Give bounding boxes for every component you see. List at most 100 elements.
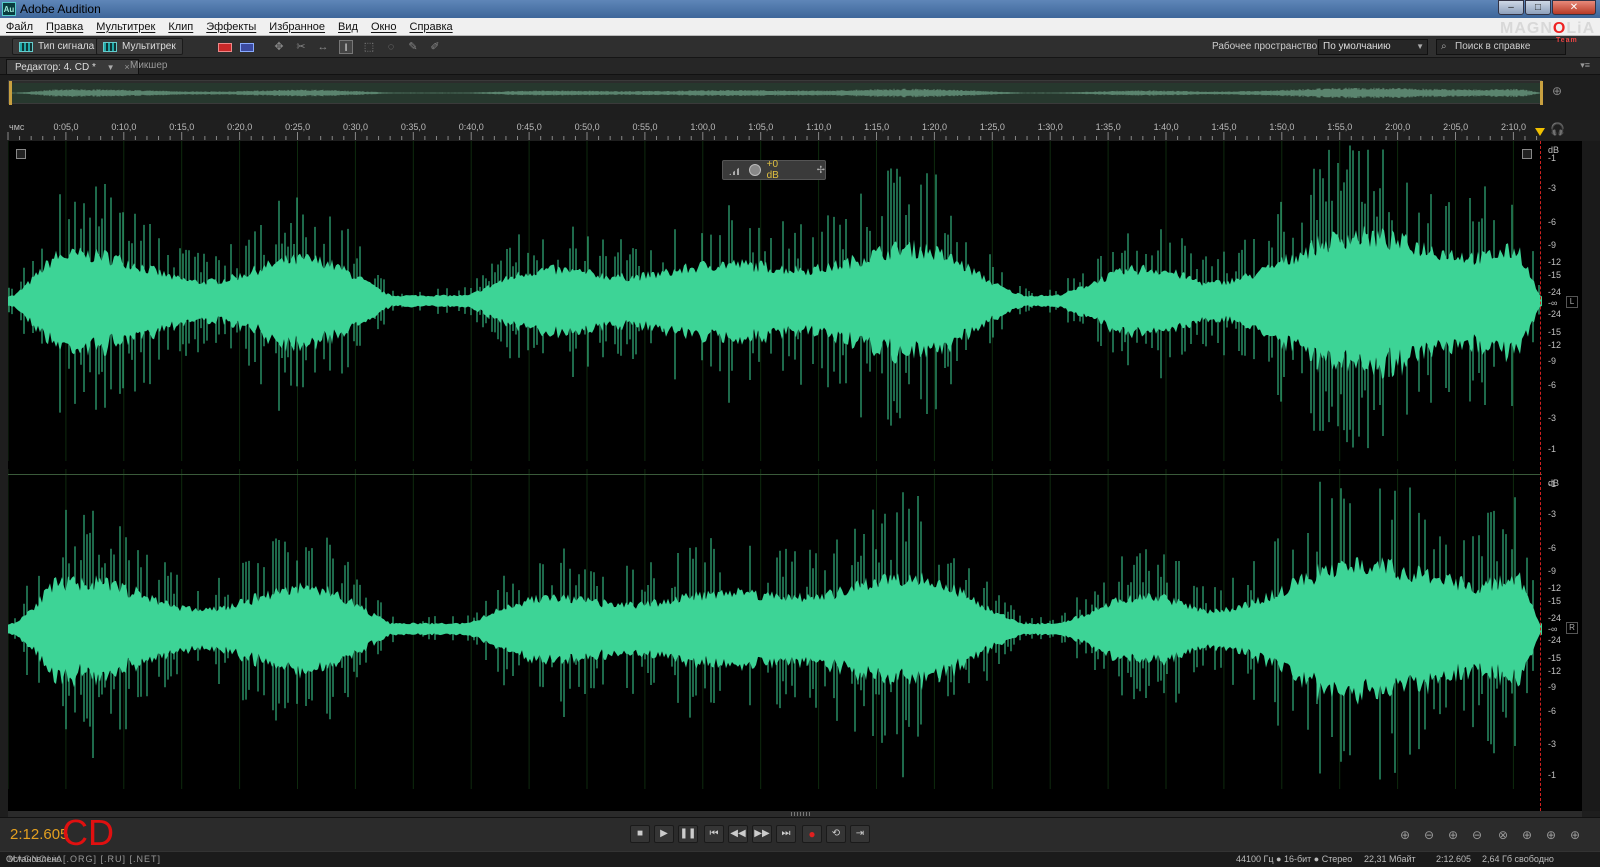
scale-label: -1 [1548, 444, 1557, 454]
panel-menu-icon[interactable]: ▾≡ [1580, 60, 1590, 71]
scale-label: -9 [1548, 566, 1557, 576]
scale-label: -24 [1548, 287, 1562, 297]
pause-button[interactable]: ❚❚ [678, 825, 698, 843]
window-title: Adobe Audition [20, 2, 101, 16]
spectral-display-icon[interactable] [240, 43, 254, 52]
go-to-end-button[interactable]: ⏭ [776, 825, 796, 843]
tab-mixer[interactable]: Микшер [122, 59, 175, 74]
left-channel-badge[interactable]: L [1566, 296, 1578, 308]
scale-label: -1 [1548, 479, 1557, 489]
ruler-label: 0:45,0 [516, 122, 542, 132]
waveform-view-label: Тип сигнала [38, 41, 95, 52]
rewind-button[interactable]: ◀◀ [728, 825, 748, 843]
menu-edit[interactable]: Правка [46, 21, 83, 33]
channel-toggle-icon[interactable] [16, 149, 26, 159]
zoom-in-amplitude-icon[interactable]: ⊕ [1396, 827, 1414, 843]
scale-label: -6 [1548, 217, 1557, 227]
waveform-overview[interactable] [8, 80, 1543, 105]
play-button[interactable]: ▶ [654, 825, 674, 843]
stop-button[interactable]: ■ [630, 825, 650, 843]
vertical-zoom-scrollbar[interactable] [1582, 141, 1600, 811]
window-controls: – □ ✕ [1498, 0, 1596, 16]
scale-label: -6 [1548, 543, 1557, 553]
scroll-grip[interactable] [791, 812, 811, 816]
waveform-display[interactable] [8, 141, 1542, 811]
status-size: 22,31 Мбайт [1364, 854, 1416, 864]
time-selection-tool-icon[interactable]: I [339, 40, 353, 54]
toolbar: Тип сигнала Мультитрек ✥ ✂ ↔ I ⬚ ◌ ✎ ✐ Р… [0, 36, 1600, 58]
watermark-text: MAGNOLiA[.ORG] [.RU] [.NET] [8, 854, 162, 864]
loop-playback-button[interactable]: ⟲ [826, 825, 846, 843]
ruler-label: 1:30,0 [1037, 122, 1063, 132]
pin-icon[interactable]: ✢ [817, 165, 825, 176]
waveform-view-button[interactable]: Тип сигнала [12, 38, 102, 55]
ruler-label: 0:40,0 [458, 122, 484, 132]
zoom-in-point-icon[interactable]: ⊕ [1518, 827, 1536, 843]
close-button[interactable]: ✕ [1552, 0, 1596, 15]
razor-tool-icon[interactable]: ✂ [294, 40, 308, 54]
timeline-ruler[interactable]: чмс 0:05,0 0:10,0 0:15,0 0:20,0 0:25,0 0:30,0… [0, 120, 1600, 140]
workspace-select[interactable]: По умолчанию ▼ [1318, 39, 1428, 55]
marquee-tool-icon[interactable]: ⬚ [362, 40, 376, 54]
channel-toggle-icon[interactable] [1522, 149, 1532, 159]
overview-waveform [9, 81, 1543, 105]
go-to-start-button[interactable]: ⏮ [704, 825, 724, 843]
zoom-out-amplitude-icon[interactable]: ⊖ [1420, 827, 1438, 843]
slip-tool-icon[interactable]: ↔ [316, 40, 330, 54]
headphones-icon[interactable]: 🎧 [1550, 122, 1565, 136]
scale-label: -6 [1548, 380, 1557, 390]
scale-label: -12 [1548, 583, 1562, 593]
brush-tool-icon[interactable]: ✎ [406, 40, 420, 54]
waveform-icon [19, 41, 33, 52]
status-duration: 2:12.605 [1436, 854, 1472, 864]
ruler-label: 0:55,0 [632, 122, 658, 132]
menu-help[interactable]: Справка [410, 21, 453, 33]
scale-label: -15 [1548, 596, 1562, 606]
current-time-display: 2:12.605 [10, 826, 69, 843]
scale-label: -12 [1548, 257, 1562, 267]
ruler-label: 1:45,0 [1211, 122, 1237, 132]
workspace-label: Рабочее пространство: [1212, 41, 1320, 52]
scale-label: -9 [1548, 356, 1557, 366]
move-tool-icon[interactable]: ✥ [272, 40, 286, 54]
zoom-full-icon[interactable]: ⊗ [1494, 827, 1512, 843]
ruler-label: 1:55,0 [1327, 122, 1353, 132]
waveform-body [8, 225, 1542, 379]
scale-label: -∞ [1548, 298, 1558, 308]
scale-label: -15 [1548, 327, 1562, 337]
menu-window[interactable]: Окно [371, 21, 397, 33]
fast-forward-button[interactable]: ▶▶ [752, 825, 772, 843]
zoom-in-time-icon[interactable]: ⊕ [1444, 827, 1462, 843]
menu-file[interactable]: Файл [6, 21, 33, 33]
zoom-out-full-icon[interactable]: ⊕ [1552, 84, 1568, 100]
multitrack-view-button[interactable]: Мультитрек [96, 38, 183, 55]
menu-clip[interactable]: Клип [168, 21, 193, 33]
menu-effects[interactable]: Эффекты [206, 21, 256, 33]
ruler-label: 1:10,0 [806, 122, 832, 132]
menu-favorites[interactable]: Избранное [269, 21, 325, 33]
scale-label: -9 [1548, 240, 1557, 250]
zoom-selection-icon[interactable]: ⊕ [1566, 827, 1584, 843]
lasso-tool-icon[interactable]: ◌ [384, 40, 398, 54]
maximize-button[interactable]: □ [1525, 0, 1551, 15]
amplitude-knob[interactable] [748, 164, 761, 176]
minimize-button[interactable]: – [1498, 0, 1524, 15]
chevron-down-icon[interactable]: ▼ [107, 63, 115, 72]
skip-selection-button[interactable]: ⇥ [850, 825, 870, 843]
ruler-label: 1:05,0 [748, 122, 774, 132]
amplitude-hud[interactable]: +0 dB ✢ [722, 159, 826, 181]
zoom-out-point-icon[interactable]: ⊕ [1542, 827, 1560, 843]
spot-healing-tool-icon[interactable]: ✐ [428, 40, 442, 54]
zoom-out-time-icon[interactable]: ⊖ [1468, 827, 1486, 843]
right-channel-badge[interactable]: R [1566, 622, 1578, 634]
record-button[interactable]: ● [802, 825, 822, 843]
ruler-label: 1:40,0 [1153, 122, 1179, 132]
ruler-label: 2:10,0 [1500, 122, 1527, 132]
waveform-display-icon[interactable] [218, 43, 232, 52]
menu-view[interactable]: Вид [338, 21, 358, 33]
tab-editor[interactable]: Редактор: 4. CD * ▼ × [6, 59, 139, 74]
ruler-label: 1:25,0 [979, 122, 1005, 132]
menu-multitrack[interactable]: Мультитрек [96, 21, 155, 33]
playhead-marker[interactable] [1535, 128, 1545, 136]
ruler-label: 0:10,0 [111, 122, 137, 132]
